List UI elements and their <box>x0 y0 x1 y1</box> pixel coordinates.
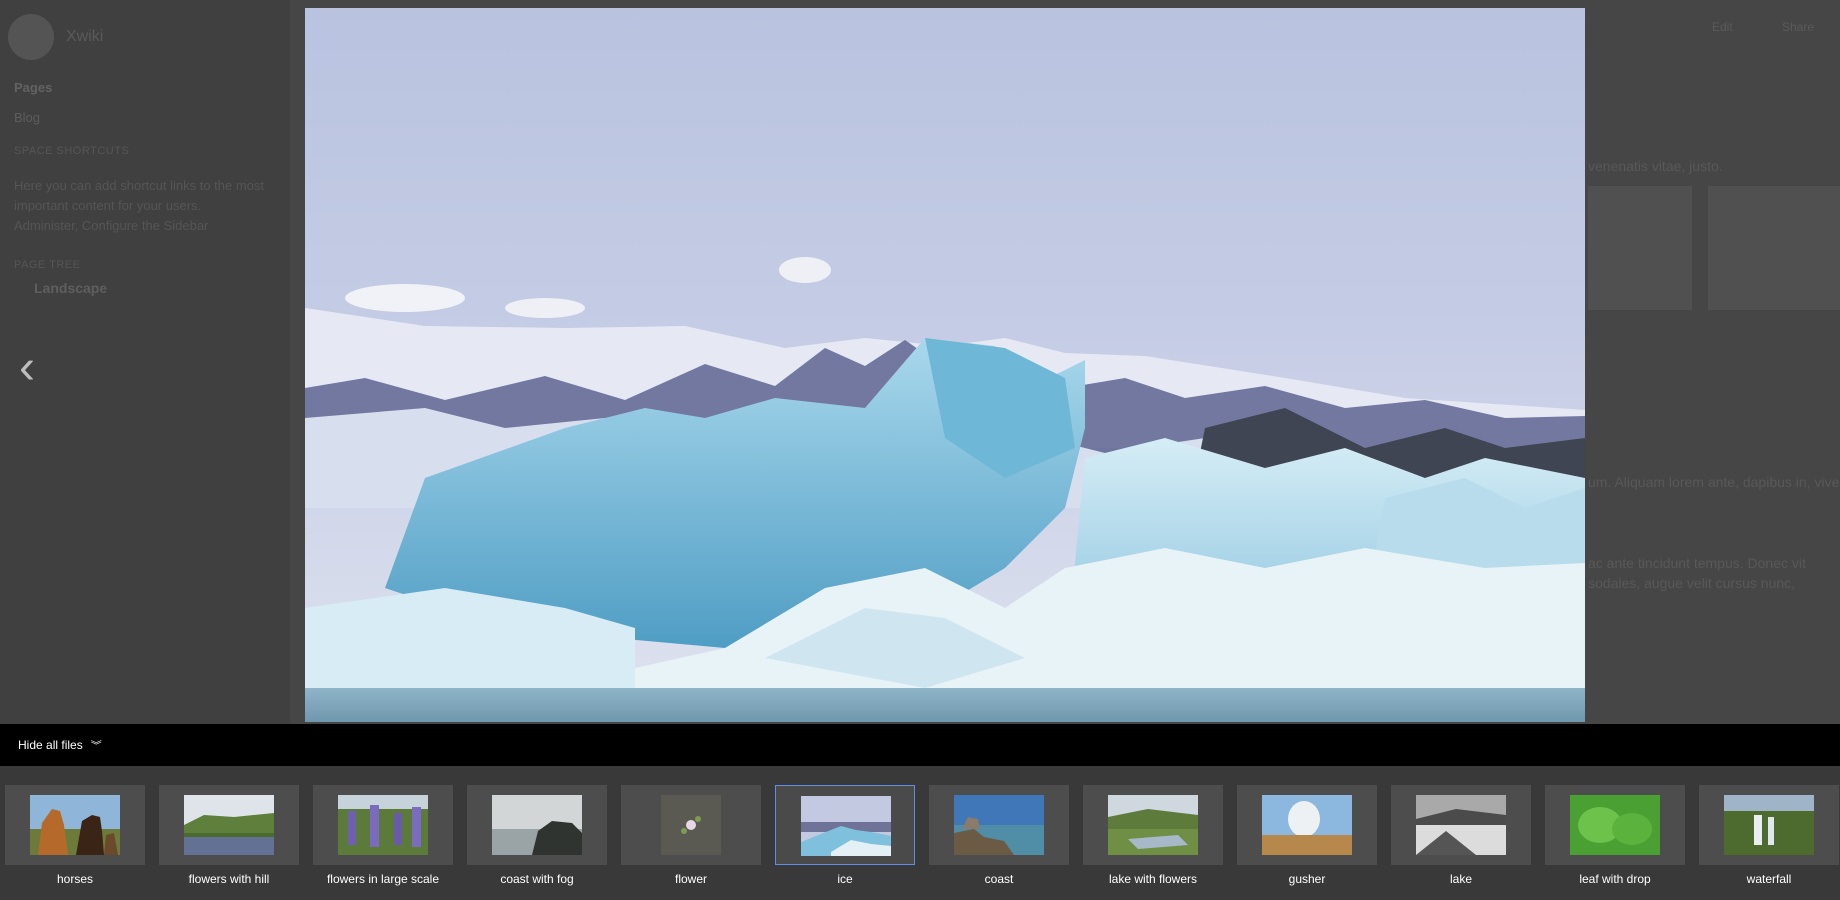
thumbnail-label-leaf-with-drop: leaf with drop <box>1579 872 1651 886</box>
thumbnail-image-coast <box>954 795 1044 855</box>
thumbnail-flowers-with-hill[interactable] <box>159 785 299 865</box>
share-action: Share <box>1782 20 1815 34</box>
nav-blog: Blog <box>14 110 41 125</box>
thumbnail-flower[interactable] <box>621 785 761 865</box>
thumbnail-image-gusher <box>1262 795 1352 855</box>
bg-text-2: um. Aliquam lorem ante, dapibus in, vive <box>1588 474 1840 490</box>
chevron-left-icon: ‹ <box>19 341 35 394</box>
thumbnail-label-ice: ice <box>837 872 853 886</box>
bg-image-1 <box>1588 186 1692 310</box>
thumbnail-lake-with-flowers[interactable] <box>1083 785 1223 865</box>
wiki-brand: Xwiki <box>66 28 104 45</box>
previous-image-button[interactable]: ‹ <box>10 343 44 393</box>
bg-text-3: ac ante tincidunt tempus. Donec vit <box>1588 555 1806 571</box>
hide-all-files-button[interactable]: Hide all files ︾ <box>18 737 102 753</box>
thumbnail-label-waterfall: waterfall <box>1746 872 1792 886</box>
thumbnail-lake[interactable] <box>1391 785 1531 865</box>
thumbnail-image-waterfall <box>1724 795 1814 855</box>
thumbnail-image-lake-with-flowers <box>1108 795 1198 855</box>
thumbnail-label-flower: flower <box>674 872 707 886</box>
thumbnail-image-horses <box>30 795 120 855</box>
bg-text-1: venenatis vitae, justo. <box>1588 158 1723 174</box>
tree-item-landscape: Landscape <box>34 280 108 296</box>
thumbnail-label-coast: coast <box>984 872 1014 886</box>
thumbnail-image-flowers-in-large-scale <box>338 795 428 855</box>
thumbnail-label-horses: horses <box>56 872 94 886</box>
thumbnail-label-lake: lake <box>1449 872 1472 886</box>
thumbnail-image-lake <box>1416 795 1506 855</box>
thumbnail-coast[interactable] <box>929 785 1069 865</box>
bg-text-4: sodales, augue velit cursus nunc, <box>1588 575 1796 591</box>
thumbnail-image-flower <box>646 795 736 855</box>
thumbnail-image-leaf-with-drop <box>1570 795 1660 855</box>
thumbnail-strip: horses flowers with hill flowers in larg… <box>0 766 1840 900</box>
thumbnail-flowers-in-large-scale[interactable] <box>313 785 453 865</box>
thumbnail-image-ice <box>801 796 891 856</box>
thumbnail-ice[interactable] <box>775 785 915 865</box>
nav-pages: Pages <box>14 80 53 95</box>
thumbnail-label-coast-with-fog: coast with fog <box>500 872 574 886</box>
hide-all-files-label: Hide all files <box>18 738 83 752</box>
thumbnail-image-flowers-with-hill <box>184 795 274 855</box>
edit-action: Edit <box>1712 20 1733 34</box>
thumbnail-image-coast-with-fog <box>492 795 582 855</box>
thumbnail-horses[interactable] <box>5 785 145 865</box>
section-shortcuts-title: SPACE SHORTCUTS <box>14 145 130 157</box>
thumbnail-leaf-with-drop[interactable] <box>1545 785 1685 865</box>
thumbnail-label-flowers-with-hill: flowers with hill <box>188 872 270 886</box>
thumbnail-waterfall[interactable] <box>1699 785 1839 865</box>
thumbnail-coast-with-fog[interactable] <box>467 785 607 865</box>
main-image-ice <box>305 8 1585 722</box>
section-tree-title: PAGE TREE <box>14 259 81 271</box>
thumbnail-label-gusher: gusher <box>1288 872 1326 886</box>
thumbnail-gusher[interactable] <box>1237 785 1377 865</box>
wiki-logo-icon <box>8 14 54 60</box>
thumbnail-label-flowers-in-large-scale: flowers in large scale <box>326 872 440 886</box>
shortcuts-text: Here you can add shortcut links to the m… <box>14 178 265 233</box>
thumbnail-label-lake-with-flowers: lake with flowers <box>1108 872 1198 886</box>
double-chevron-down-icon: ︾ <box>90 740 102 752</box>
files-bar: Hide all files ︾ <box>0 724 1840 766</box>
bg-image-2 <box>1708 186 1840 310</box>
